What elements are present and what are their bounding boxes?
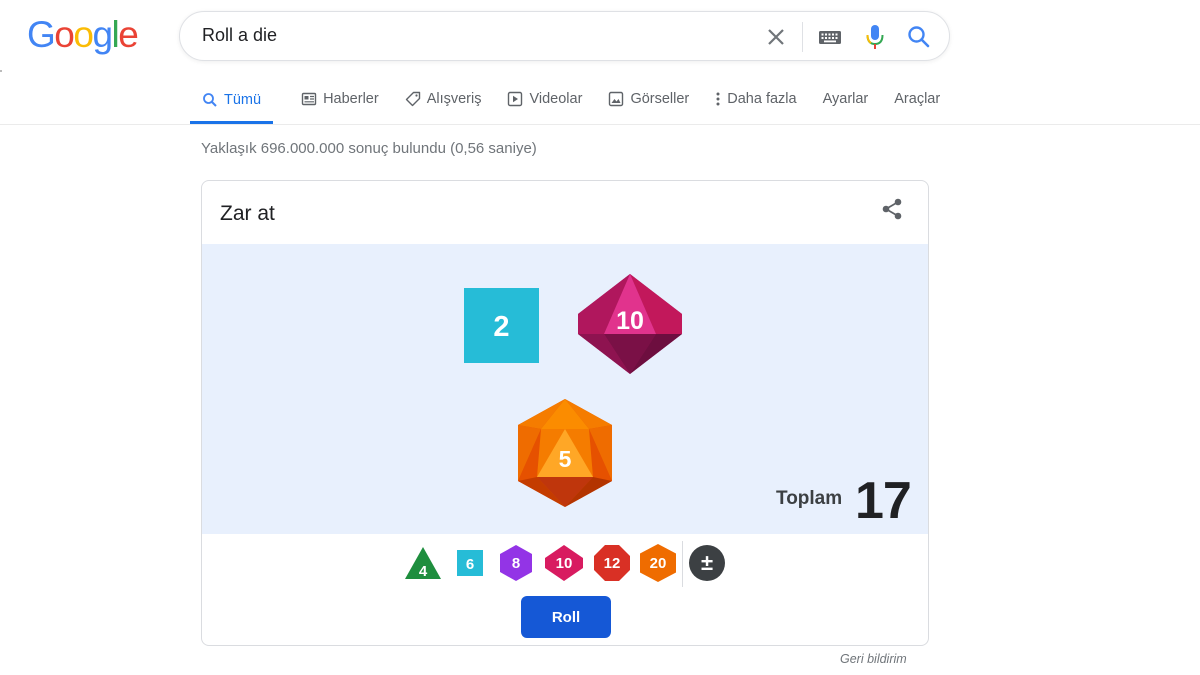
modifier-button[interactable]: ± [688, 544, 726, 587]
logo-letter: o [54, 14, 75, 55]
picker-label: 12 [604, 555, 621, 572]
die-d6: 2 [464, 288, 540, 369]
tab-all[interactable]: Tümü [190, 79, 274, 124]
die-d10: 10 [576, 272, 684, 381]
die-value: 5 [559, 446, 572, 472]
picker-label: 20 [650, 555, 667, 572]
tab-videos[interactable]: Videolar [507, 79, 582, 119]
tab-label: Haberler [323, 91, 379, 107]
dice-picker: 4 6 8 10 12 20 ± [202, 541, 928, 589]
add-d20-button[interactable]: 20 [639, 543, 677, 588]
tab-news[interactable]: Haberler [301, 79, 379, 119]
search-icon[interactable] [906, 24, 932, 50]
tab-label: Ayarlar [822, 91, 869, 107]
logo-letter: o [73, 14, 94, 55]
picker-divider [682, 541, 683, 587]
tag-icon [405, 91, 421, 107]
picker-label: 4 [419, 563, 428, 580]
share-icon[interactable] [879, 196, 905, 222]
add-d10-button[interactable]: 10 [544, 544, 584, 587]
picker-label: 10 [556, 555, 573, 572]
logo-letter: l [111, 14, 120, 55]
edge-mark [0, 70, 2, 72]
tab-label: Görseller [630, 91, 690, 107]
search-divider [802, 22, 803, 52]
search-icon [202, 92, 218, 108]
tab-settings[interactable]: Ayarlar [823, 79, 869, 119]
tab-more[interactable]: Daha fazla [715, 79, 797, 119]
play-icon [507, 91, 523, 107]
add-d12-button[interactable]: 12 [593, 544, 631, 587]
add-d6-button[interactable]: 6 [456, 549, 484, 582]
news-icon [301, 91, 317, 107]
tab-tools[interactable]: Araçlar [894, 79, 940, 119]
tab-images[interactable]: Görseller [608, 79, 689, 119]
keyboard-icon[interactable] [818, 27, 842, 47]
die-d20: 5 [515, 397, 615, 514]
clear-icon[interactable] [763, 24, 789, 50]
logo-letter: e [118, 14, 139, 55]
dice-roller-card: Zar at 2 10 5 Toplam 17 4 6 8 10 12 20 ±… [201, 180, 929, 646]
search-tabs: Tümü Haberler Alışveriş Videolar Görsell… [190, 79, 940, 124]
search-input[interactable] [202, 25, 742, 46]
search-box[interactable] [179, 11, 950, 61]
total-value: 17 [855, 472, 912, 530]
tab-label: Tümü [224, 92, 262, 108]
tab-label: Daha fazla [727, 91, 797, 107]
image-icon [608, 91, 624, 107]
tab-shopping[interactable]: Alışveriş [405, 79, 482, 119]
google-logo[interactable]: Google [27, 14, 139, 56]
add-d4-button[interactable]: 4 [404, 545, 442, 586]
total-label: Toplam [776, 488, 843, 509]
add-d8-button[interactable]: 8 [499, 544, 533, 587]
die-value: 2 [493, 311, 509, 343]
tab-label: Araçlar [894, 91, 941, 107]
more-vert-icon [715, 91, 721, 107]
header-divider [0, 124, 1200, 125]
tab-label: Alışveriş [426, 91, 482, 107]
tab-label: Videolar [529, 91, 583, 107]
result-stats: Yaklaşık 696.000.000 sonuç bulundu (0,56… [201, 140, 537, 157]
picker-label: 6 [466, 556, 474, 573]
die-value: 10 [616, 307, 644, 335]
roll-button[interactable]: Roll [521, 596, 611, 638]
picker-label: ± [701, 550, 713, 575]
logo-letter: g [92, 14, 113, 55]
logo-letter: G [27, 14, 56, 55]
card-title: Zar at [220, 202, 275, 225]
microphone-icon[interactable] [863, 23, 887, 51]
picker-label: 8 [512, 555, 520, 572]
feedback-link[interactable]: Geri bildirim [840, 652, 907, 666]
